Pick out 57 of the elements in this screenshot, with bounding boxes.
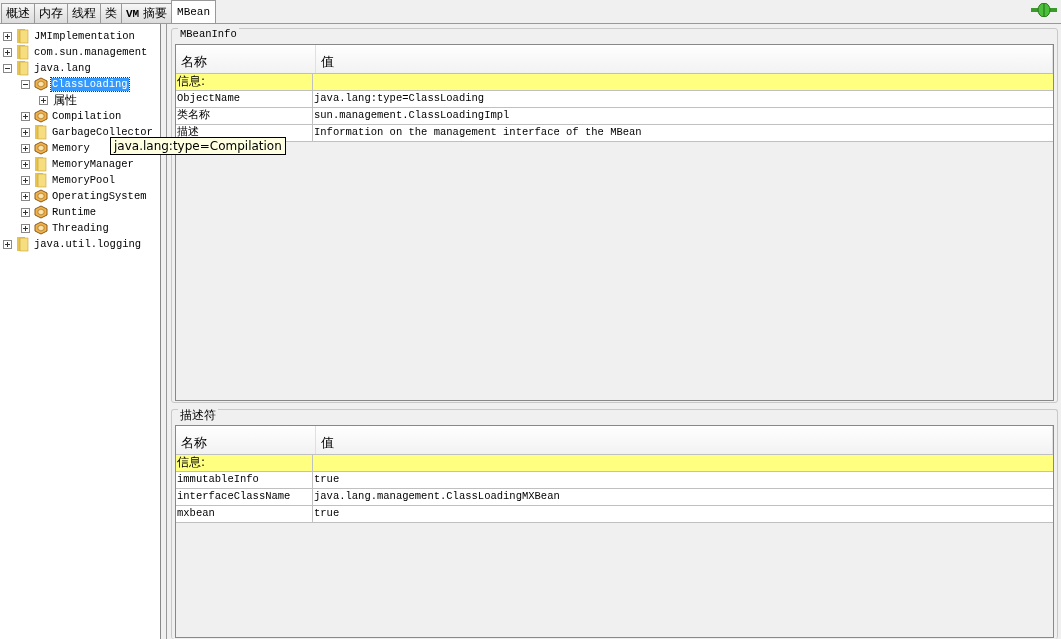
expand-toggle[interactable] xyxy=(3,47,12,57)
expand-toggle[interactable] xyxy=(21,175,30,185)
folder-icon xyxy=(34,156,48,172)
expand-toggle[interactable] xyxy=(21,223,30,233)
tab[interactable]: MBean xyxy=(171,0,217,23)
bean-icon xyxy=(34,205,48,219)
folder-icon xyxy=(16,44,30,60)
tooltip: java.lang:type=Compilation xyxy=(110,137,286,155)
collapse-toggle[interactable] xyxy=(21,79,30,89)
expand-toggle[interactable] xyxy=(21,143,30,153)
tree-item[interactable]: java.util.logging xyxy=(33,237,143,251)
expand-toggle[interactable] xyxy=(21,127,30,137)
bean-icon xyxy=(34,189,48,203)
expand-toggle[interactable] xyxy=(39,95,48,105)
table-cell-text: sun.management.ClassLoadingImpl xyxy=(313,108,511,123)
tab[interactable]: 线程 xyxy=(67,3,101,23)
tree-item[interactable]: java.lang xyxy=(33,61,92,75)
connection-icon xyxy=(1031,3,1057,17)
expand-toggle[interactable] xyxy=(21,159,30,169)
group-title: 描述符 xyxy=(178,407,218,424)
folder-icon xyxy=(16,28,30,44)
table-cell-text: true xyxy=(313,506,341,521)
tree-item[interactable]: MemoryPool xyxy=(51,173,116,187)
bean-icon xyxy=(34,109,48,123)
tree-item[interactable]: MemoryManager xyxy=(51,157,135,171)
tab[interactable]: VM 摘要 xyxy=(121,3,173,23)
tree-item[interactable]: Threading xyxy=(51,221,110,235)
table-cell-text: java.lang:type=ClassLoading xyxy=(313,91,486,106)
bean-icon xyxy=(34,221,48,235)
tab[interactable]: 内存 xyxy=(34,3,68,23)
tree-item[interactable]: OperatingSystem xyxy=(51,189,148,203)
bean-icon xyxy=(34,141,48,155)
folder-icon xyxy=(16,60,30,76)
bean-icon xyxy=(34,77,48,91)
tree-item[interactable]: Runtime xyxy=(51,205,98,219)
expand-toggle[interactable] xyxy=(3,31,12,41)
tree-item[interactable]: GarbageCollector xyxy=(51,125,154,139)
folder-icon xyxy=(16,236,30,252)
tree-item[interactable]: Compilation xyxy=(51,109,123,123)
tree-item[interactable]: 属性 xyxy=(52,93,78,107)
table-cell-text: Information on the management interface of the MBean xyxy=(313,125,643,140)
expand-toggle[interactable] xyxy=(21,191,30,201)
folder-icon xyxy=(34,124,48,140)
collapse-toggle[interactable] xyxy=(3,63,12,73)
expand-toggle[interactable] xyxy=(21,207,30,217)
tab[interactable]: 概述 xyxy=(1,3,35,23)
expand-toggle[interactable] xyxy=(21,111,30,121)
table-cell-text: java.lang.management.ClassLoadingMXBean xyxy=(313,489,561,504)
tree-item[interactable]: com.sun.management xyxy=(33,45,149,59)
table-cell-text: true xyxy=(313,472,341,487)
table-cell: mxbean xyxy=(176,506,313,522)
group-title: MBeanInfo xyxy=(178,28,239,40)
tab[interactable]: 类 xyxy=(100,3,122,23)
expand-toggle[interactable] xyxy=(3,239,12,249)
folder-icon xyxy=(34,172,48,188)
tree-item[interactable]: Memory xyxy=(51,141,91,155)
tree-item[interactable]: JMImplementation xyxy=(33,29,136,43)
